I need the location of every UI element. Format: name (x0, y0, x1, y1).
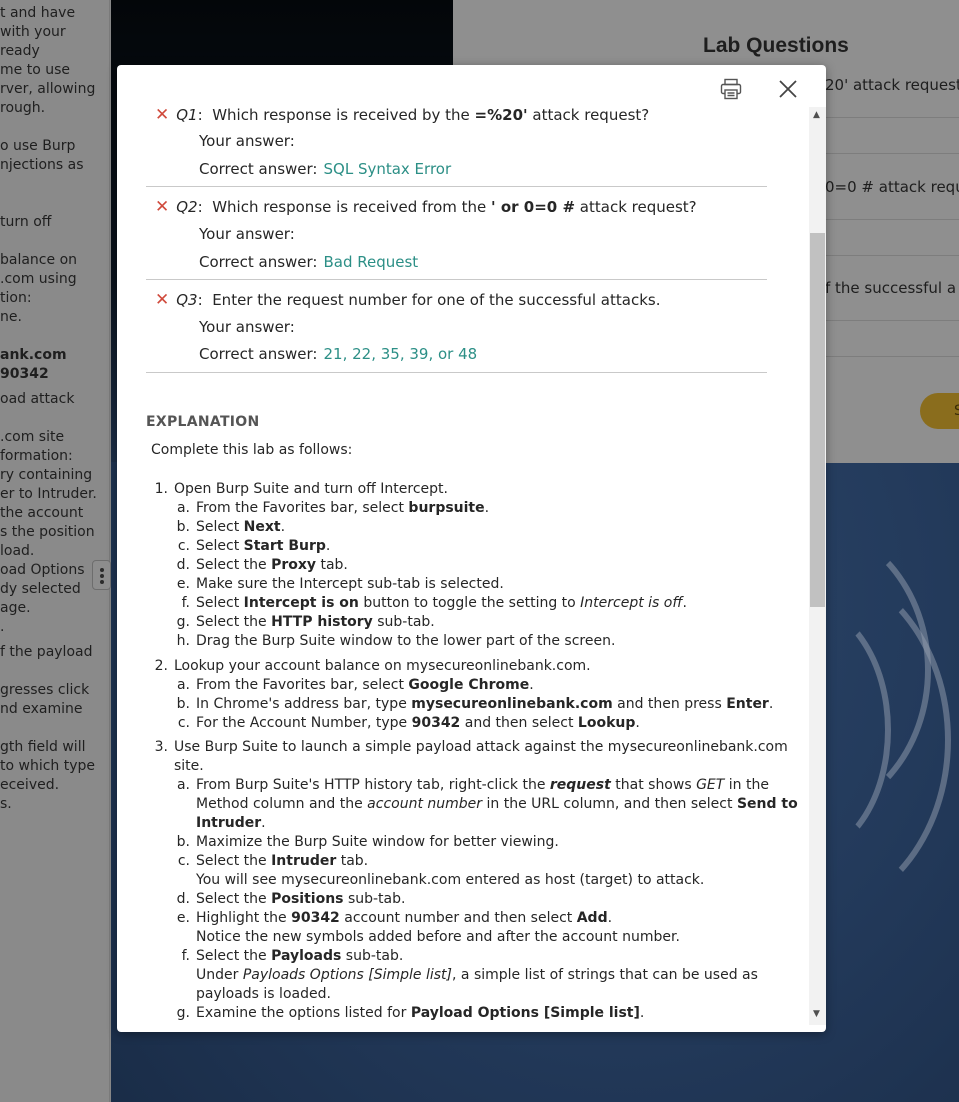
substep-item-continued: Intruder. (196, 815, 266, 831)
substep-item: a. From the Favorites bar, select Google … (176, 677, 534, 693)
instruction-line: oad Options (0, 562, 85, 578)
substep-item-continued: Method column and the account number in … (196, 796, 798, 812)
instruction-line: ready (0, 43, 40, 59)
instruction-line: ry containing (0, 467, 93, 483)
results-dialog: ✕ Q1: Which response is received by the =… (117, 65, 826, 1032)
substep-item: c. Select Start Burp. (177, 538, 331, 554)
instruction-line: . (0, 619, 5, 635)
instruction-line: ank.com (0, 347, 67, 363)
substep-note: Under Payloads Options [Simple list], a … (196, 967, 758, 983)
question-text: ✕ Q2: Which response is received from the… (155, 197, 697, 217)
instruction-line: load. (0, 543, 35, 559)
substep-item: e. Highlight the 90342 account number and… (176, 910, 613, 926)
your-answer: Your answer: (199, 132, 295, 150)
scrollbar-thumb[interactable] (810, 233, 825, 607)
instruction-line: age. (0, 600, 31, 616)
substep-item: f. Select the Payloads sub-tab. (181, 948, 404, 964)
instruction-line: s the position (0, 524, 95, 540)
instruction-line: with your (0, 24, 66, 40)
incorrect-icon: ✕ (155, 105, 170, 125)
your-answer: Your answer: (199, 318, 295, 336)
results-content: ✕ Q1: Which response is received by the =… (117, 65, 809, 1032)
instruction-line: njections as (0, 157, 84, 173)
substep-item: f. Select Intercept is on button to toggl… (181, 595, 687, 611)
instruction-line: rough. (0, 100, 46, 116)
substep-note: You will see mysecureonlinebank.com ente… (196, 872, 705, 888)
divider (146, 372, 767, 373)
instruction-line: .com using (0, 271, 77, 287)
substep-item: g. Examine the options listed for Payload… (176, 1005, 645, 1021)
substep-item: b. Select Next. (176, 519, 286, 535)
instruction-line: the account (0, 505, 84, 521)
substep-note: payloads is loaded. (196, 986, 331, 1002)
explanation-heading: EXPLANATION (146, 414, 260, 430)
submit-button[interactable]: S (920, 393, 959, 429)
explanation-intro: Complete this lab as follows: (151, 442, 353, 458)
incorrect-icon: ✕ (155, 197, 170, 217)
instruction-line: er to Intruder. (0, 486, 97, 502)
instruction-line: tion: (0, 290, 32, 306)
lab-question-snippet: 20' attack request (825, 76, 959, 94)
substep-item: d. Select the Proxy tab. (176, 557, 348, 573)
correct-answer: Correct answer: SQL Syntax Error (199, 160, 452, 178)
correct-answer: Correct answer: 21, 22, 35, 39, or 48 (199, 345, 478, 363)
instruction-line: oad attack (0, 391, 75, 407)
divider (146, 186, 767, 187)
instruction-line: formation: (0, 448, 73, 464)
instruction-line: nd examine (0, 701, 83, 717)
instruction-line: 90342 (0, 366, 49, 382)
substep-item: c. For the Account Number, type 90342 and… (177, 715, 640, 731)
substep-item: b. In Chrome's address bar, type mysecure… (176, 696, 774, 712)
instruction-line: gresses click (0, 682, 90, 698)
divider (146, 279, 767, 280)
substep-note: Notice the new symbols added before and … (196, 929, 680, 945)
instruction-line: o use Burp (0, 138, 76, 154)
instruction-line: f the payload (0, 644, 93, 660)
lab-question-snippet: 0=0 # attack requ (825, 178, 959, 196)
substep-item: b. Maximize the Burp Suite window for bet… (176, 834, 559, 850)
step-item: 1. Open Burp Suite and turn off Intercept… (154, 481, 448, 497)
instruction-line: ne. (0, 309, 22, 325)
dialog-scrollbar[interactable]: ▲ ▼ (809, 107, 826, 1025)
question-result: ✕ Q2: Which response is received from the… (146, 197, 767, 280)
question-result: ✕ Q1: Which response is received by the =… (146, 105, 767, 187)
instruction-line: gth field will (0, 739, 86, 755)
substep-item: a. From the Favorites bar, select burpsui… (176, 500, 490, 516)
instruction-line: eceived. (0, 777, 60, 793)
incorrect-icon: ✕ (155, 290, 170, 310)
instruction-line: dy selected (0, 581, 81, 597)
instruction-line: turn off (0, 214, 52, 230)
correct-answer: Correct answer: Bad Request (199, 253, 419, 271)
substep-item: c. Select the Intruder tab. (177, 853, 369, 869)
step-item: 3. Use Burp Suite to launch a simple payl… (154, 739, 788, 755)
question-text: ✕ Q1: Which response is received by the =… (155, 105, 650, 125)
instruction-line: rver, allowing (0, 81, 96, 97)
substep-item: a. From Burp Suite's HTTP history tab, ri… (176, 777, 769, 793)
substep-item: h. Drag the Burp Suite window to the lowe… (176, 633, 616, 649)
lab-questions-title: Lab Questions (703, 34, 849, 57)
step-item-continued: site. (174, 758, 204, 774)
step-item: 2. Lookup your account balance on mysecur… (154, 658, 591, 674)
instruction-line: s. (0, 796, 12, 812)
substep-item: e. Make sure the Intercept sub-tab is sel… (176, 576, 504, 592)
question-result: ✕ Q3: Enter the request number for one of… (146, 290, 767, 373)
instruction-line: balance on (0, 252, 78, 268)
pane-resize-handle[interactable] (92, 560, 111, 590)
printer-icon[interactable] (719, 77, 743, 101)
instruction-line: t and have (0, 5, 76, 21)
instruction-line: .com site (0, 429, 65, 445)
scroll-down-icon[interactable]: ▼ (813, 1010, 820, 1019)
instructions-pane: t and have with your ready me to use rver, a… (0, 0, 110, 1102)
instruction-line: me to use (0, 62, 70, 78)
close-icon[interactable] (776, 77, 800, 101)
scroll-up-icon[interactable]: ▲ (813, 111, 820, 120)
your-answer: Your answer: (199, 225, 295, 243)
substep-item: d. Select the Positions sub-tab. (176, 891, 406, 907)
question-text: ✕ Q3: Enter the request number for one of… (155, 290, 661, 310)
substep-item: g. Select the HTTP history sub-tab. (176, 614, 435, 630)
lab-question-snippet: f the successful a (825, 279, 957, 297)
instruction-line: to which type (0, 758, 96, 774)
